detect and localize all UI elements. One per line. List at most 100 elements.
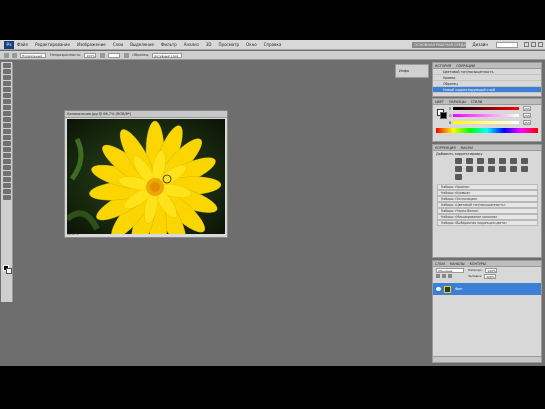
- color-spectrum[interactable]: [436, 128, 538, 133]
- slider-g-value[interactable]: 255: [523, 113, 531, 118]
- sample-select[interactable]: Активный слой: [152, 52, 183, 58]
- tab-color[interactable]: ЦВЕТ: [435, 100, 444, 104]
- menu-edit[interactable]: Редактирование: [35, 42, 70, 47]
- info-dock-button[interactable]: Инфо: [395, 64, 429, 78]
- slider-r-bar[interactable]: [453, 107, 519, 110]
- eyedropper-tool-icon[interactable]: [3, 93, 11, 98]
- opacity-field[interactable]: 100%: [84, 52, 97, 58]
- curves-icon[interactable]: [477, 158, 484, 164]
- lock-position-icon[interactable]: [448, 274, 452, 278]
- channel-mixer-icon[interactable]: [477, 166, 484, 172]
- stamp-tool-icon[interactable]: [3, 111, 11, 116]
- path-select-tool-icon[interactable]: [3, 159, 11, 164]
- minimize-icon[interactable]: [524, 42, 529, 47]
- menu-3d[interactable]: 3D: [206, 42, 212, 47]
- pressure-icon[interactable]: [100, 52, 106, 58]
- black-white-icon[interactable]: [455, 166, 462, 172]
- preset-item[interactable]: Наборы «Выборочная коррекция цвета»: [437, 220, 538, 226]
- tab-masks[interactable]: МАСКИ: [461, 146, 473, 150]
- background-color-swatch[interactable]: [6, 268, 12, 274]
- brush-tool-icon[interactable]: [3, 105, 11, 110]
- menu-window[interactable]: Окно: [246, 42, 257, 47]
- lock-icon[interactable]: [436, 274, 440, 278]
- workspace-button[interactable]: ОСНОВНАЯ РАБОЧАЯ СРЕДА: [412, 41, 467, 48]
- blur-tool-icon[interactable]: [3, 135, 11, 140]
- history-brush-tool-icon[interactable]: [3, 117, 11, 122]
- lock-pixels-icon[interactable]: [442, 274, 446, 278]
- layer-fill-field[interactable]: 100%: [484, 273, 497, 279]
- hue-saturation-icon[interactable]: [510, 158, 517, 164]
- type-tool-icon[interactable]: [3, 153, 11, 158]
- zoom-tool-icon[interactable]: [3, 189, 11, 194]
- shape-tool-icon[interactable]: [3, 165, 11, 170]
- vibrance-icon[interactable]: [499, 158, 506, 164]
- slider-b[interactable]: B 255: [433, 119, 541, 126]
- menu-view[interactable]: Просмотр: [219, 42, 240, 47]
- blend-mode-select[interactable]: Обычные: [436, 267, 464, 273]
- layer-opacity-field[interactable]: 100%: [485, 267, 498, 273]
- quick-mask-icon[interactable]: [3, 195, 11, 200]
- maximize-icon[interactable]: [531, 42, 536, 47]
- hand-tool-icon[interactable]: [3, 183, 11, 188]
- menu-file[interactable]: Файл: [17, 42, 28, 47]
- close-icon[interactable]: [538, 42, 543, 47]
- layer-name[interactable]: Фон: [455, 287, 462, 291]
- document-window[interactable]: Колокольчик.jpg @ 66,7% (RGB/8*) 66,67%: [64, 110, 228, 238]
- 3d-camera-tool-icon[interactable]: [3, 177, 11, 182]
- quick-select-tool-icon[interactable]: [3, 81, 11, 86]
- photo-filter-icon[interactable]: [466, 166, 473, 172]
- brightness-icon[interactable]: [455, 158, 462, 164]
- flow-field[interactable]: [108, 52, 121, 58]
- dodge-tool-icon[interactable]: [3, 141, 11, 146]
- color-background-swatch[interactable]: [440, 112, 447, 119]
- layer-row-background[interactable]: Фон: [433, 283, 541, 295]
- slider-g-bar[interactable]: [453, 114, 519, 117]
- zoom-status[interactable]: 66,67%: [67, 232, 78, 236]
- slider-g[interactable]: G 255: [433, 112, 541, 119]
- tab-paths[interactable]: КОНТУРЫ: [470, 262, 486, 266]
- history-row-selected[interactable]: Новый корректирующий слой: [433, 87, 541, 93]
- menu-select[interactable]: Выделение: [130, 42, 154, 47]
- lasso-tool-icon[interactable]: [3, 75, 11, 80]
- search-input[interactable]: [496, 41, 518, 48]
- tab-adjustments[interactable]: КОРРЕКЦИЯ: [435, 146, 456, 150]
- crop-tool-icon[interactable]: [3, 87, 11, 92]
- menu-layer[interactable]: Слои: [113, 42, 123, 47]
- brush-preset-icon[interactable]: [12, 52, 17, 58]
- pen-tool-icon[interactable]: [3, 147, 11, 152]
- menu-image[interactable]: Изображение: [77, 42, 106, 47]
- eraser-tool-icon[interactable]: [3, 123, 11, 128]
- document-title[interactable]: Колокольчик.jpg @ 66,7% (RGB/8*): [65, 111, 227, 118]
- marquee-tool-icon[interactable]: [3, 69, 11, 74]
- menu-filter[interactable]: Фильтр: [161, 42, 177, 47]
- eye-icon[interactable]: [436, 287, 441, 291]
- tab-layers[interactable]: СЛОИ: [435, 262, 445, 266]
- slider-b-bar[interactable]: [453, 121, 519, 124]
- levels-icon[interactable]: [466, 158, 473, 164]
- tab-actions[interactable]: ОПЕРАЦИИ: [456, 64, 475, 68]
- threshold-icon[interactable]: [510, 166, 517, 172]
- menu-analysis[interactable]: Анализ: [184, 42, 199, 47]
- invert-icon[interactable]: [488, 166, 495, 172]
- color-balance-icon[interactable]: [521, 158, 528, 164]
- slider-b-value[interactable]: 255: [523, 120, 531, 125]
- tab-styles[interactable]: СТИЛИ: [471, 100, 483, 104]
- workspace-label[interactable]: Дизайн: [472, 42, 488, 47]
- 3d-rotate-tool-icon[interactable]: [3, 171, 11, 176]
- tool-preset-icon[interactable]: [4, 52, 9, 58]
- tab-channels[interactable]: КАНАЛЫ: [450, 262, 465, 266]
- exposure-icon[interactable]: [488, 158, 495, 164]
- mode-select[interactable]: Нормальный: [20, 52, 46, 58]
- image-canvas[interactable]: [67, 119, 225, 234]
- healing-tool-icon[interactable]: [3, 99, 11, 104]
- move-tool-icon[interactable]: [3, 63, 11, 68]
- slider-r-value[interactable]: 255: [523, 106, 531, 111]
- gradient-map-icon[interactable]: [521, 166, 528, 172]
- gradient-tool-icon[interactable]: [3, 129, 11, 134]
- slider-r[interactable]: R 255: [433, 105, 541, 112]
- posterize-icon[interactable]: [499, 166, 506, 172]
- tab-history[interactable]: ИСТОРИЯ: [435, 64, 451, 68]
- tab-swatches[interactable]: ОБРАЗЦЫ: [449, 100, 466, 104]
- menu-help[interactable]: Справка: [264, 42, 282, 47]
- selective-color-icon[interactable]: [455, 174, 462, 180]
